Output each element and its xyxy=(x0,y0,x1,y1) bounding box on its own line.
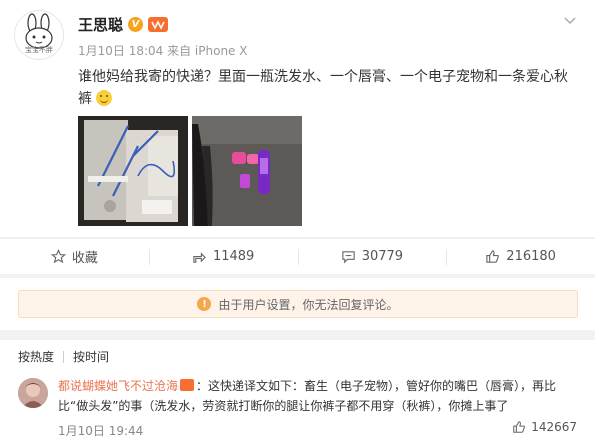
post-text-line1: 谁他妈给我寄的快递？里面一瓶洗发水、一个唇膏、一个电子宠物和一条爱心秋 xyxy=(78,69,568,85)
post-text-line2-row: 裤 xyxy=(78,88,578,110)
reply-disabled-notice: ! 由于用户设置，你无法回复评论。 xyxy=(18,290,578,318)
post-action-bar: 收藏 11489 30779 216180 xyxy=(0,238,595,274)
author-row: 王思聪 V xyxy=(78,14,169,35)
tab-by-time[interactable]: 按时间 xyxy=(73,348,109,365)
author-name[interactable]: 王思聪 xyxy=(78,14,123,35)
comment-button[interactable]: 30779 xyxy=(297,239,447,274)
warning-icon: ! xyxy=(197,297,212,311)
post-meta: 1月10日 18:04 来自 iPhone X xyxy=(78,44,248,58)
repost-button[interactable]: 11489 xyxy=(148,239,298,274)
author-avatar[interactable]: 宝宝不胖 xyxy=(14,10,64,60)
post-text-line2: 裤 xyxy=(78,91,92,107)
repost-count: 11489 xyxy=(212,249,255,264)
favorite-button[interactable]: 收藏 xyxy=(0,239,149,274)
post-text: 谁他妈给我寄的快递？里面一瓶洗发水、一个唇膏、一个电子宠物和一条爱心秋 裤 xyxy=(78,66,578,110)
thumbs-up-icon xyxy=(486,250,500,263)
thumbs-up-icon xyxy=(513,421,526,433)
vip-icon xyxy=(180,379,195,391)
comment-sort-tabs: 按热度 按时间 xyxy=(18,348,109,365)
comment-like-button[interactable]: 142667 xyxy=(512,420,577,434)
comment-body: 都说蝴蝶她飞不过沧海 ：这快递译文如下：畜生（电子宠物），管好你的嘴巴（唇膏），再… xyxy=(58,376,578,416)
tab-divider xyxy=(63,350,65,363)
weibo-post: 宝宝不胖 王思聪 V 1月10日 18:04 来自 iPhone X 谁他妈给我… xyxy=(0,0,595,237)
post-image-1[interactable] xyxy=(78,116,188,226)
tab-by-hot[interactable]: 按热度 xyxy=(18,348,54,365)
vip-icon xyxy=(148,17,169,32)
notice-text: 由于用户设置，你无法回复评论。 xyxy=(218,297,399,312)
post-image-2[interactable] xyxy=(192,116,302,226)
avatar-caption: 宝宝不胖 xyxy=(25,46,53,54)
chevron-down-icon[interactable] xyxy=(563,14,577,30)
smile-emoji xyxy=(96,90,113,106)
comment-like-count: 142667 xyxy=(531,420,577,434)
favorite-label: 收藏 xyxy=(71,251,98,266)
commenter-avatar[interactable] xyxy=(18,378,48,408)
verified-v-icon: V xyxy=(128,17,144,32)
repost-icon xyxy=(193,252,206,263)
like-button[interactable]: 216180 xyxy=(446,239,595,274)
comments-section: 按热度 按时间 都说蝴蝶她飞不过沧海 ：这快递译文如下：畜生（电子宠物），管好你的… xyxy=(0,340,595,441)
comment-time: 1月10日 19:44 xyxy=(58,424,144,438)
comment-icon xyxy=(342,251,355,264)
comment-count: 30779 xyxy=(361,249,404,264)
commenter-name[interactable]: 都说蝴蝶她飞不过沧海 xyxy=(58,379,178,393)
star-icon xyxy=(50,249,66,264)
like-count: 216180 xyxy=(506,249,556,264)
notice-section: ! 由于用户设置，你无法回复评论。 xyxy=(0,278,595,330)
